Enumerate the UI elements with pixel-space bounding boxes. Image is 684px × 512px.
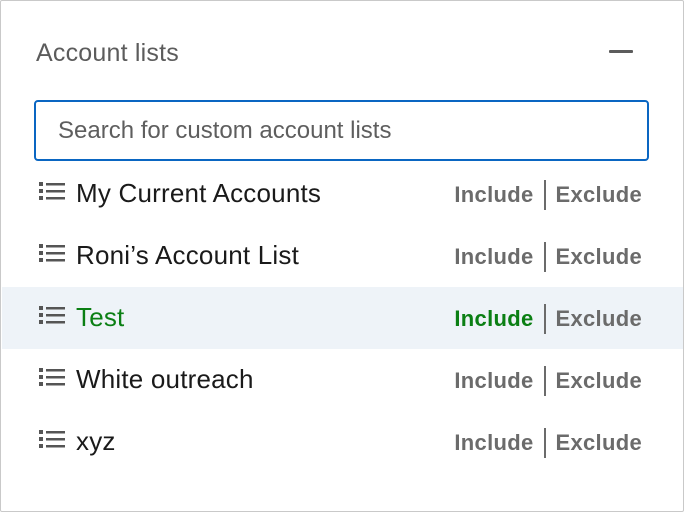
divider <box>543 428 546 458</box>
exclude-button[interactable]: Exclude <box>556 244 642 270</box>
search-input[interactable] <box>34 100 649 161</box>
panel-title: Account lists <box>36 39 179 67</box>
include-exclude-actions: Include Exclude <box>454 179 642 211</box>
include-button[interactable]: Include <box>454 430 533 456</box>
include-button[interactable]: Include <box>454 306 533 332</box>
account-list: My Current Accounts Include Exclude Roni… <box>2 163 683 473</box>
list-name: My Current Accounts <box>76 178 322 208</box>
include-button[interactable]: Include <box>454 182 533 208</box>
include-button[interactable]: Include <box>454 244 533 270</box>
list-name: Test <box>76 302 125 332</box>
list-name: Roni’s Account List <box>76 240 299 270</box>
list-icon <box>39 306 65 324</box>
exclude-button[interactable]: Exclude <box>556 368 642 394</box>
list-item-selected[interactable]: Test Include Exclude <box>2 287 683 349</box>
list-item[interactable]: My Current Accounts Include Exclude <box>2 163 683 225</box>
include-exclude-actions: Include Exclude <box>454 427 642 459</box>
list-icon <box>39 182 65 200</box>
list-item[interactable]: Roni’s Account List Include Exclude <box>2 225 683 287</box>
divider <box>543 242 546 272</box>
list-icon <box>39 368 65 386</box>
account-lists-panel: Account lists My Current Accounts Includ… <box>0 0 684 512</box>
include-exclude-actions: Include Exclude <box>454 241 642 273</box>
exclude-button[interactable]: Exclude <box>556 306 642 332</box>
collapse-button[interactable] <box>607 37 641 67</box>
minus-icon <box>609 50 633 53</box>
exclude-button[interactable]: Exclude <box>556 430 642 456</box>
list-item[interactable]: White outreach Include Exclude <box>2 349 683 411</box>
list-icon <box>39 244 65 262</box>
include-exclude-actions: Include Exclude <box>454 303 642 335</box>
list-icon <box>39 430 65 448</box>
divider <box>543 180 546 210</box>
divider <box>543 366 546 396</box>
list-item[interactable]: xyz Include Exclude <box>2 411 683 473</box>
divider <box>543 304 546 334</box>
list-name: White outreach <box>76 364 254 394</box>
include-exclude-actions: Include Exclude <box>454 365 642 397</box>
exclude-button[interactable]: Exclude <box>556 182 642 208</box>
include-button[interactable]: Include <box>454 368 533 394</box>
list-name: xyz <box>76 426 116 456</box>
